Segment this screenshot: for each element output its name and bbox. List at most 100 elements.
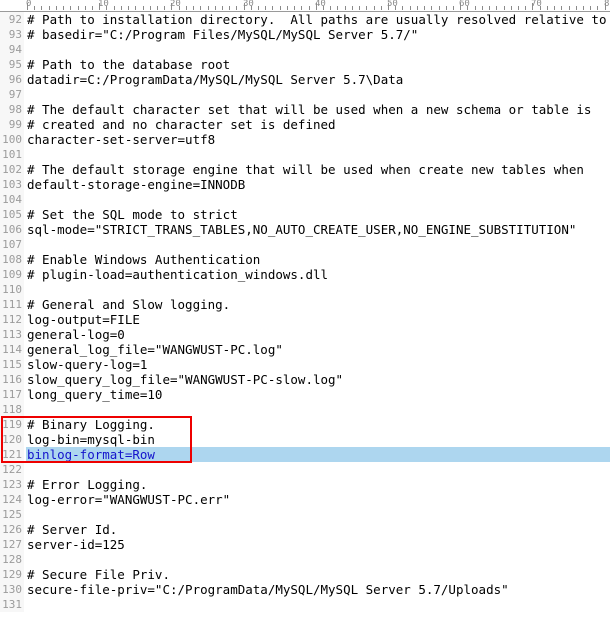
code-line[interactable]: 92 # Path to installation directory. All … bbox=[0, 12, 610, 27]
line-text[interactable]: # Path to installation directory. All pa… bbox=[27, 12, 610, 27]
line-number[interactable]: 105 bbox=[0, 207, 24, 222]
line-number[interactable]: 122 bbox=[0, 462, 24, 477]
line-number[interactable]: 112 bbox=[0, 312, 24, 327]
line-number[interactable]: 117 bbox=[0, 387, 24, 402]
code-line[interactable]: 106 sql-mode="STRICT_TRANS_TABLES,NO_AUTO… bbox=[0, 222, 610, 237]
code-line[interactable]: 127 server-id=125 bbox=[0, 537, 610, 552]
line-number[interactable]: 121 bbox=[0, 447, 24, 462]
line-text[interactable]: log-output=FILE bbox=[27, 312, 140, 327]
code-line[interactable]: 102 # The default storage engine that wil… bbox=[0, 162, 610, 177]
code-line[interactable]: 118 bbox=[0, 402, 610, 417]
code-editor-area[interactable]: 92 # Path to installation directory. All … bbox=[0, 12, 610, 619]
code-line[interactable]: 114 general_log_file="WANGWUST-PC.log" bbox=[0, 342, 610, 357]
line-number[interactable]: 115 bbox=[0, 357, 24, 372]
line-number[interactable]: 130 bbox=[0, 582, 24, 597]
line-text[interactable]: # basedir="C:/Program Files/MySQL/MySQL … bbox=[27, 27, 418, 42]
line-text[interactable]: default-storage-engine=INNODB bbox=[27, 177, 245, 192]
code-line[interactable]: 110 bbox=[0, 282, 610, 297]
code-line[interactable]: 103 default-storage-engine=INNODB bbox=[0, 177, 610, 192]
line-number[interactable]: 98 bbox=[0, 102, 24, 117]
line-number[interactable]: 127 bbox=[0, 537, 24, 552]
line-number[interactable]: 116 bbox=[0, 372, 24, 387]
line-number[interactable]: 92 bbox=[0, 12, 24, 27]
line-number[interactable]: 108 bbox=[0, 252, 24, 267]
code-line[interactable]: 121 binlog-format=Row bbox=[0, 447, 610, 462]
line-text[interactable]: sql-mode="STRICT_TRANS_TABLES,NO_AUTO_CR… bbox=[27, 222, 576, 237]
line-text[interactable]: # Error Logging. bbox=[27, 477, 147, 492]
line-text[interactable]: # The default character set that will be… bbox=[27, 102, 591, 117]
line-text[interactable]: # plugin-load=authentication_windows.dll bbox=[27, 267, 328, 282]
line-number[interactable]: 100 bbox=[0, 132, 24, 147]
code-line[interactable]: 115 slow-query-log=1 bbox=[0, 357, 610, 372]
line-number[interactable]: 97 bbox=[0, 87, 24, 102]
line-number[interactable]: 125 bbox=[0, 507, 24, 522]
line-number[interactable]: 113 bbox=[0, 327, 24, 342]
code-line[interactable]: 100 character-set-server=utf8 bbox=[0, 132, 610, 147]
line-number[interactable]: 114 bbox=[0, 342, 24, 357]
line-text[interactable]: general-log=0 bbox=[27, 327, 125, 342]
line-text[interactable]: datadir=C:/ProgramData/MySQL/MySQL Serve… bbox=[27, 72, 403, 87]
code-line[interactable]: 130 secure-file-priv="C:/ProgramData/MySQ… bbox=[0, 582, 610, 597]
code-line[interactable]: 95 # Path to the database root bbox=[0, 57, 610, 72]
line-text[interactable]: slow-query-log=1 bbox=[27, 357, 147, 372]
code-line[interactable]: 96 datadir=C:/ProgramData/MySQL/MySQL Ser… bbox=[0, 72, 610, 87]
code-line[interactable]: 116 slow_query_log_file="WANGWUST-PC-slow… bbox=[0, 372, 610, 387]
line-text[interactable]: # Server Id. bbox=[27, 522, 117, 537]
line-number[interactable]: 99 bbox=[0, 117, 24, 132]
line-number[interactable]: 96 bbox=[0, 72, 24, 87]
line-number[interactable]: 119 bbox=[0, 417, 24, 432]
line-text[interactable]: # Enable Windows Authentication bbox=[27, 252, 260, 267]
code-line[interactable]: 99 # created and no character set is defi… bbox=[0, 117, 610, 132]
line-text[interactable]: slow_query_log_file="WANGWUST-PC-slow.lo… bbox=[27, 372, 343, 387]
code-line[interactable]: 101 bbox=[0, 147, 610, 162]
code-line[interactable]: 93 # basedir="C:/Program Files/MySQL/MySQ… bbox=[0, 27, 610, 42]
line-text[interactable]: # Path to the database root bbox=[27, 57, 230, 72]
line-number[interactable]: 109 bbox=[0, 267, 24, 282]
code-line[interactable]: 111 # General and Slow logging. bbox=[0, 297, 610, 312]
code-line[interactable]: 104 bbox=[0, 192, 610, 207]
line-number[interactable]: 102 bbox=[0, 162, 24, 177]
code-line[interactable]: 117 long_query_time=10 bbox=[0, 387, 610, 402]
line-number[interactable]: 123 bbox=[0, 477, 24, 492]
line-number[interactable]: 118 bbox=[0, 402, 24, 417]
code-line[interactable]: 98 # The default character set that will … bbox=[0, 102, 610, 117]
code-line[interactable]: 128 bbox=[0, 552, 610, 567]
line-number[interactable]: 95 bbox=[0, 57, 24, 72]
line-number[interactable]: 101 bbox=[0, 147, 24, 162]
line-number[interactable]: 120 bbox=[0, 432, 24, 447]
line-number[interactable]: 107 bbox=[0, 237, 24, 252]
line-number[interactable]: 104 bbox=[0, 192, 24, 207]
line-text[interactable]: # created and no character set is define… bbox=[27, 117, 336, 132]
line-number[interactable]: 124 bbox=[0, 492, 24, 507]
line-number[interactable]: 94 bbox=[0, 42, 24, 57]
line-text[interactable]: # Secure File Priv. bbox=[27, 567, 170, 582]
line-number[interactable]: 126 bbox=[0, 522, 24, 537]
code-line[interactable]: 122 bbox=[0, 462, 610, 477]
code-line[interactable]: 109 # plugin-load=authentication_windows.… bbox=[0, 267, 610, 282]
code-line[interactable]: 125 bbox=[0, 507, 610, 522]
line-number[interactable]: 111 bbox=[0, 297, 24, 312]
line-number[interactable]: 110 bbox=[0, 282, 24, 297]
line-number[interactable]: 131 bbox=[0, 597, 24, 612]
line-text[interactable]: long_query_time=10 bbox=[27, 387, 162, 402]
line-text[interactable]: # The default storage engine that will b… bbox=[27, 162, 584, 177]
code-line[interactable]: 124 log-error="WANGWUST-PC.err" bbox=[0, 492, 610, 507]
code-line[interactable]: 123 # Error Logging. bbox=[0, 477, 610, 492]
code-line[interactable]: 94 bbox=[0, 42, 610, 57]
line-number[interactable]: 103 bbox=[0, 177, 24, 192]
line-text[interactable]: server-id=125 bbox=[27, 537, 125, 552]
code-line[interactable]: 131 bbox=[0, 597, 610, 612]
line-text[interactable]: binlog-format=Row bbox=[27, 447, 155, 462]
line-text[interactable]: # Set the SQL mode to strict bbox=[27, 207, 238, 222]
code-line[interactable]: 113 general-log=0 bbox=[0, 327, 610, 342]
line-number[interactable]: 128 bbox=[0, 552, 24, 567]
line-text[interactable]: character-set-server=utf8 bbox=[27, 132, 215, 147]
line-number[interactable]: 93 bbox=[0, 27, 24, 42]
line-number[interactable]: 106 bbox=[0, 222, 24, 237]
code-line[interactable]: 97 bbox=[0, 87, 610, 102]
code-line[interactable]: 129 # Secure File Priv. bbox=[0, 567, 610, 582]
code-line[interactable]: 108 # Enable Windows Authentication bbox=[0, 252, 610, 267]
line-text[interactable]: secure-file-priv="C:/ProgramData/MySQL/M… bbox=[27, 582, 509, 597]
code-line[interactable]: 126 # Server Id. bbox=[0, 522, 610, 537]
code-line[interactable]: 112 log-output=FILE bbox=[0, 312, 610, 327]
